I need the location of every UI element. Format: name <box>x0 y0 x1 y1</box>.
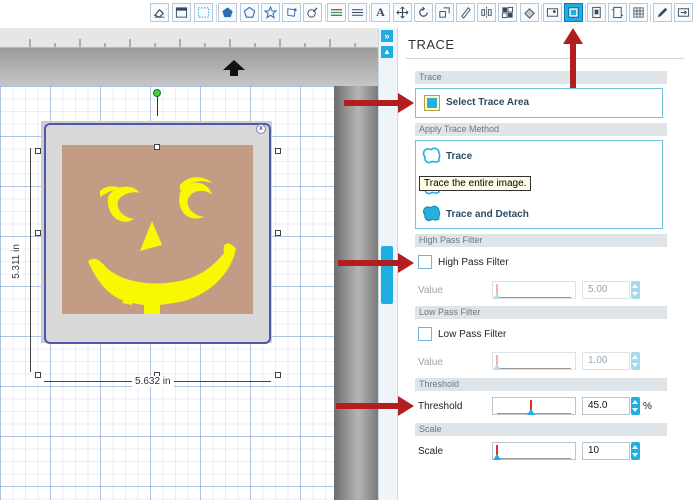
close-icon[interactable]: x <box>256 124 266 134</box>
high-pass-spinner[interactable] <box>631 281 640 299</box>
scale-spinner[interactable] <box>631 442 640 460</box>
grid-icon[interactable] <box>629 3 648 22</box>
high-pass-label: High Pass Filter <box>438 257 509 268</box>
section-header-low-pass: Low Pass Filter <box>415 306 667 319</box>
lines-icon[interactable] <box>348 3 367 22</box>
scale-icon[interactable] <box>435 3 454 22</box>
width-dimension-label: 5.632 in <box>132 376 174 387</box>
high-pass-checkbox[interactable] <box>418 255 432 269</box>
section-header-high-pass: High Pass Filter <box>415 234 667 247</box>
rotate-handle[interactable] <box>153 89 161 97</box>
height-dimension-label: 5.311 in <box>10 241 22 282</box>
cutter-roller <box>334 86 378 500</box>
rotate-stem <box>157 96 158 116</box>
select-trace-area-label: Select Trace Area <box>446 97 530 108</box>
annotation-arrow-trace-tool <box>563 28 583 88</box>
annotation-arrow-high-pass <box>338 253 414 273</box>
section-header-scale: Scale <box>415 423 667 436</box>
high-pass-slider[interactable] <box>492 281 576 299</box>
feed-arrow-icon[interactable] <box>222 59 246 77</box>
trace-detach-icon[interactable] <box>422 205 442 222</box>
high-pass-value-label: Value <box>418 285 443 296</box>
resize-handle-bottom-right[interactable] <box>275 372 281 378</box>
annotation-arrow-select <box>344 93 414 113</box>
resize-handle-top-right[interactable] <box>275 148 281 154</box>
image-icon[interactable] <box>543 3 562 22</box>
high-pass-value-input[interactable]: 5.00 <box>582 281 630 299</box>
section-header-trace: Trace <box>415 71 667 84</box>
send-icon[interactable] <box>674 3 693 22</box>
horizontal-ruler <box>0 28 378 48</box>
trace-icon[interactable] <box>564 3 583 22</box>
scale-label: Scale <box>418 446 444 457</box>
panel-scroll-thumb[interactable] <box>381 246 393 304</box>
pen-icon[interactable] <box>456 3 475 22</box>
trace-tooltip: Trace the entire image. <box>419 176 532 191</box>
eraser-icon[interactable] <box>150 3 169 22</box>
section-header-apply: Apply Trace Method <box>415 123 667 136</box>
scroll-up-icon[interactable]: ▲ <box>381 46 393 58</box>
pumpkin-face-artwork <box>88 177 236 314</box>
pentagon-fill-icon[interactable] <box>218 3 237 22</box>
low-pass-slider[interactable] <box>492 352 576 370</box>
panel-title: TRACE <box>408 37 455 52</box>
threshold-label: Threshold <box>418 401 463 412</box>
resize-handle-right[interactable] <box>275 230 281 236</box>
panel-divider <box>406 58 684 59</box>
fill-icon[interactable] <box>520 3 539 22</box>
pencil-icon[interactable] <box>653 3 672 22</box>
replicate-icon[interactable] <box>498 3 517 22</box>
low-pass-spinner[interactable] <box>631 352 640 370</box>
knife-icon[interactable] <box>303 3 322 22</box>
top-toolbar: A <box>0 0 700 26</box>
resize-handle-top[interactable] <box>154 144 160 150</box>
low-pass-label: Low Pass Filter <box>438 329 507 340</box>
resize-handle-bottom-left[interactable] <box>35 372 41 378</box>
threshold-slider[interactable] <box>492 397 576 415</box>
star-icon[interactable] <box>261 3 280 22</box>
shape-edit-icon[interactable] <box>282 3 301 22</box>
resize-handle-left[interactable] <box>35 230 41 236</box>
cut-window-icon[interactable] <box>608 3 627 22</box>
align-icon[interactable] <box>327 3 346 22</box>
pentagon-icon[interactable] <box>240 3 259 22</box>
collapse-chevron-icon[interactable]: » <box>381 30 393 42</box>
scale-value-input[interactable]: 10 <box>582 442 630 460</box>
select-area-icon <box>424 95 440 111</box>
threshold-spinner[interactable] <box>631 397 640 415</box>
low-pass-checkbox[interactable] <box>418 327 432 341</box>
dotted-rect-icon[interactable] <box>194 3 213 22</box>
trace-shape-icon[interactable] <box>422 147 442 164</box>
section-header-threshold: Threshold <box>415 378 667 391</box>
low-pass-value-label: Value <box>418 357 443 368</box>
scale-slider[interactable] <box>492 442 576 460</box>
mirror-icon[interactable] <box>477 3 496 22</box>
move-icon[interactable] <box>393 3 412 22</box>
rotate-icon[interactable] <box>414 3 433 22</box>
trace-and-detach-option[interactable]: Trace and Detach <box>446 209 529 220</box>
resize-handle-top-left[interactable] <box>35 148 41 154</box>
page-icon[interactable] <box>587 3 606 22</box>
cutter-shelf <box>0 48 378 86</box>
text-icon[interactable]: A <box>371 3 390 22</box>
threshold-unit: % <box>643 401 652 412</box>
trace-option[interactable]: Trace <box>446 151 472 162</box>
threshold-value-input[interactable]: 45.0 <box>582 397 630 415</box>
annotation-arrow-threshold <box>336 396 414 416</box>
height-dimension-line <box>30 148 31 372</box>
window-icon[interactable] <box>172 3 191 22</box>
low-pass-value-input[interactable]: 1.00 <box>582 352 630 370</box>
